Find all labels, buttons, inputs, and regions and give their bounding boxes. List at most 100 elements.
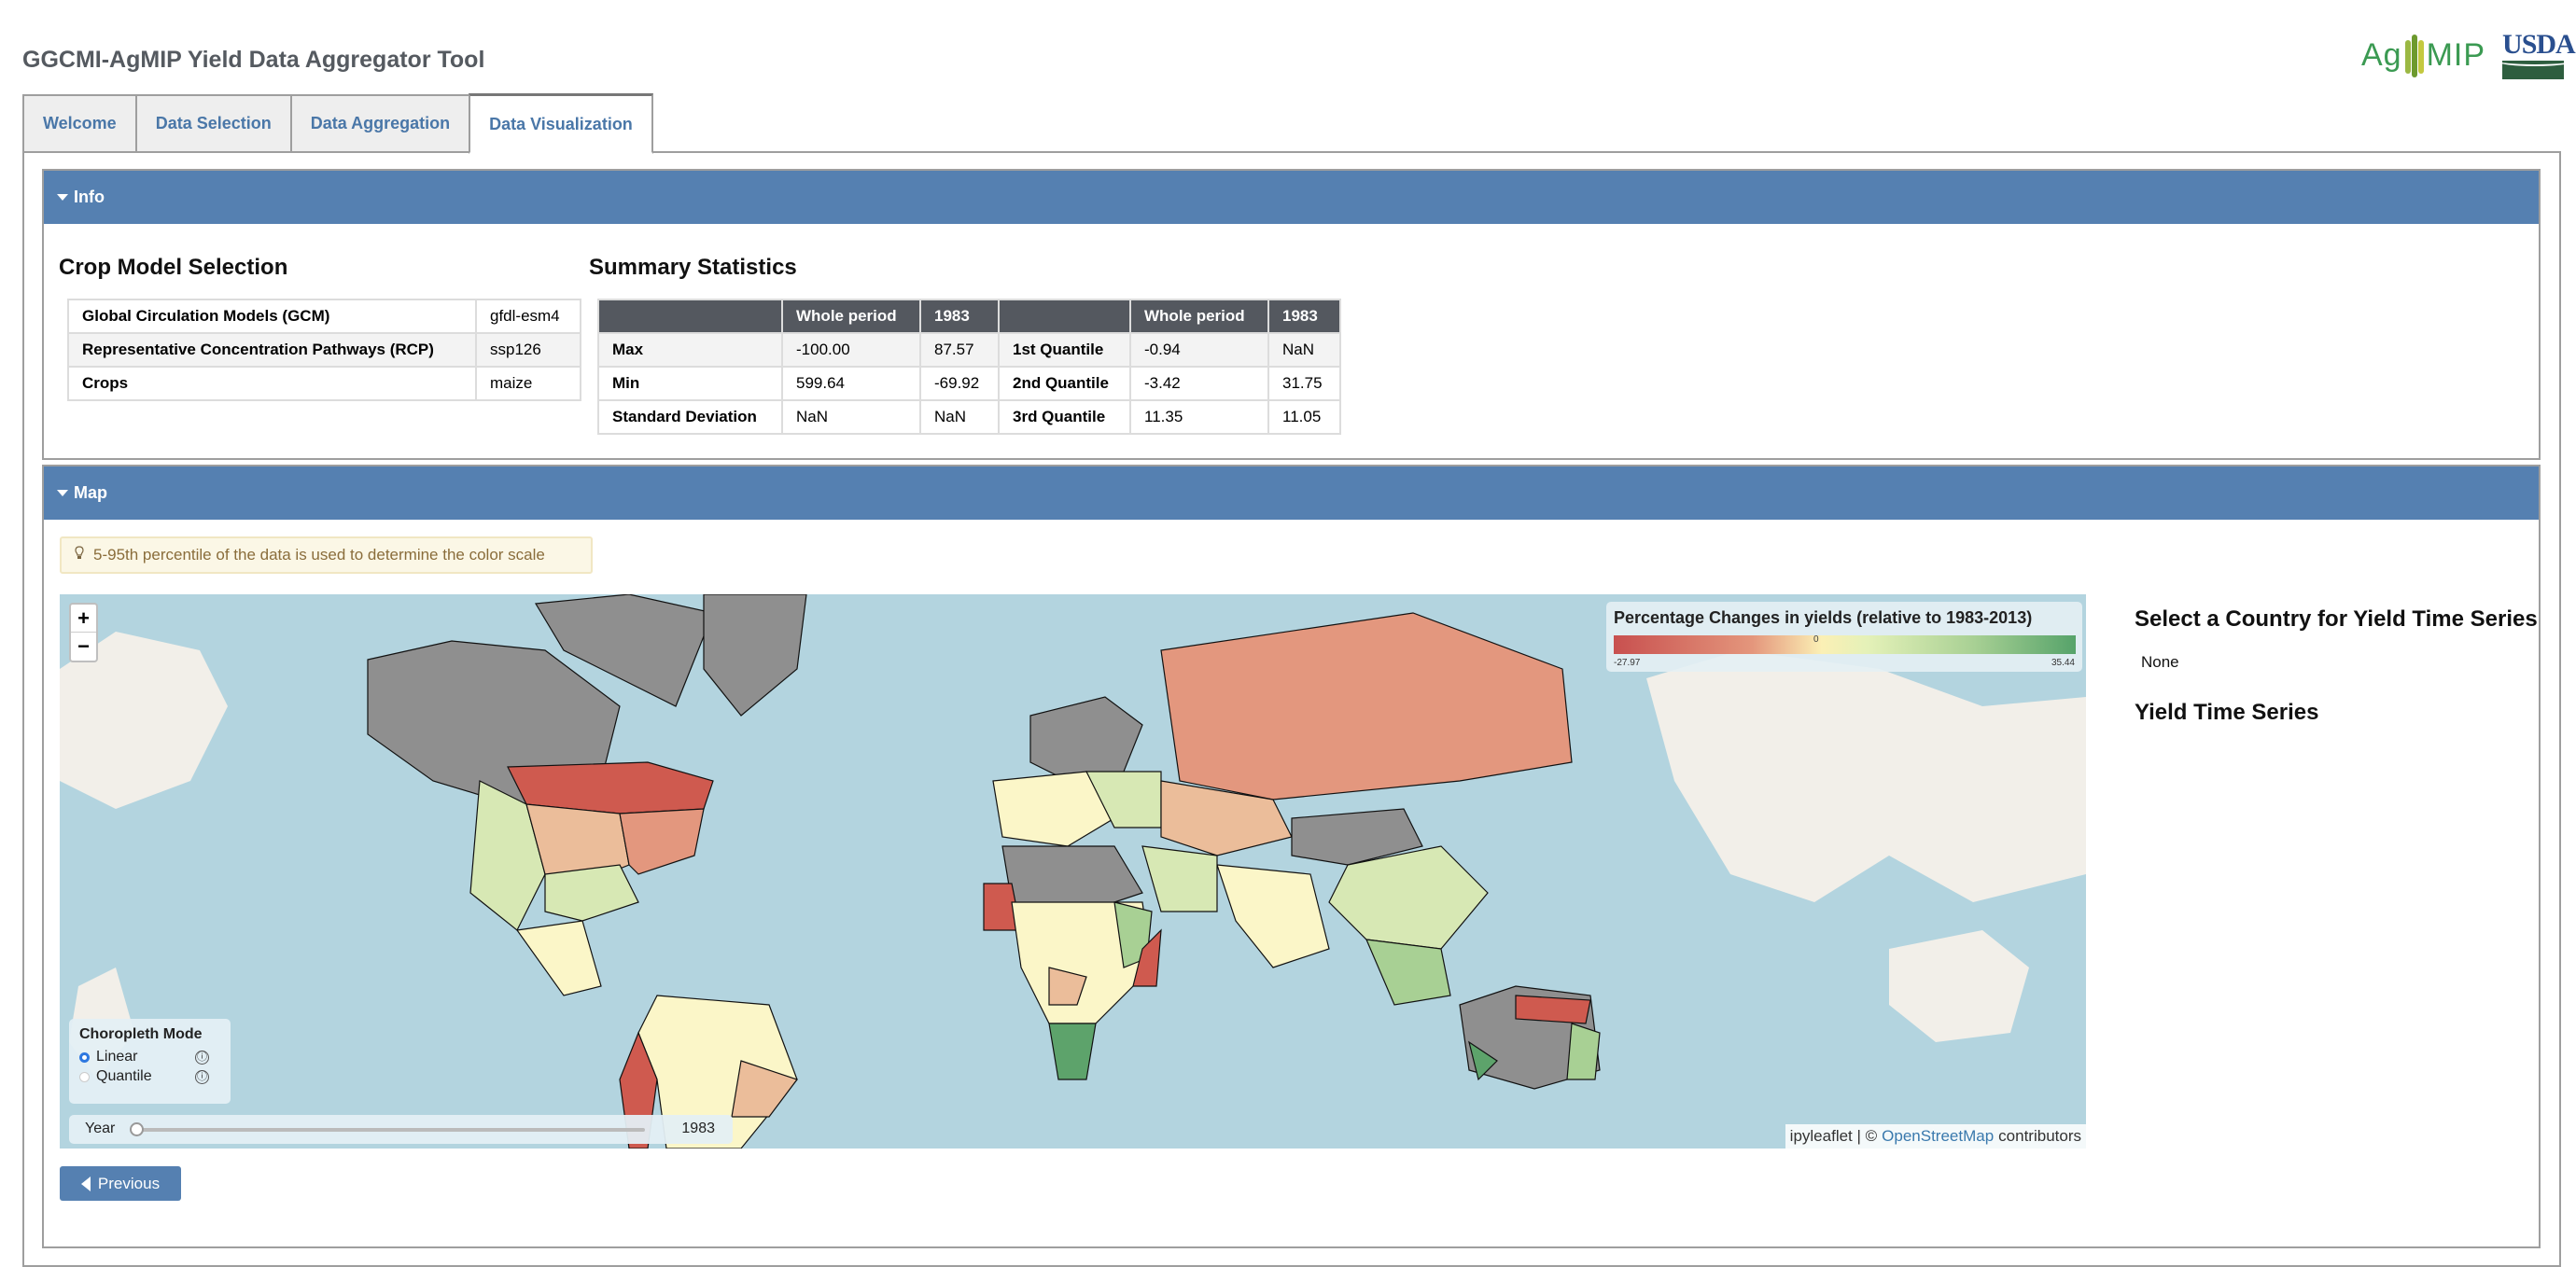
stat-label: Max [597, 332, 783, 368]
yield-time-series-title: Yield Time Series [2135, 700, 2319, 725]
table-row: Min 599.64 -69.92 [597, 366, 1000, 401]
tab-data-aggregation[interactable]: Data Aggregation [289, 94, 469, 153]
region-australia-east[interactable] [1566, 1023, 1601, 1080]
radio-linear[interactable]: Linear [79, 1049, 137, 1065]
map-section-header[interactable]: Map [44, 466, 2539, 520]
info-section: Info Crop Model Selection Global Circula… [42, 169, 2541, 460]
zoom-control: + − [69, 603, 98, 662]
choropleth-mode-control: Choropleth Mode Linear ⓘ Quantile ⓘ [69, 1019, 231, 1104]
summary-statistics-title: Summary Statistics [589, 255, 797, 280]
map-section-title: Map [74, 483, 107, 502]
info-icon[interactable]: ⓘ [195, 1051, 209, 1065]
stat-label: 1st Quantile [998, 332, 1131, 368]
choropleth-regions [367, 594, 1601, 1149]
radio-button-selected[interactable] [79, 1051, 90, 1063]
country-selection-panel: Select a Country for Yield Time Series N… [2135, 606, 2538, 726]
region-us-east[interactable] [619, 808, 705, 875]
stat-year: 31.75 [1267, 366, 1341, 401]
table-row: 3rd Quantile 11.35 11.05 [998, 399, 1341, 435]
choropleth-mode-title: Choropleth Mode [79, 1026, 203, 1042]
table-row: Crops maize [67, 366, 581, 401]
stat-label: Standard Deviation [597, 399, 783, 435]
year-slider-handle[interactable] [130, 1122, 144, 1136]
region-scandinavia[interactable] [1029, 696, 1143, 782]
region-middle-east[interactable] [1141, 845, 1218, 912]
openstreetmap-link[interactable]: OpenStreetMap [1882, 1127, 1994, 1146]
agmip-logo: Ag MIP [2361, 34, 2486, 77]
logos: Ag MIP USDA [2361, 29, 2576, 79]
app-title: GGCMI-AgMIP Yield Data Aggregator Tool [22, 47, 485, 73]
caret-down-icon [57, 490, 68, 496]
region-australia-north[interactable] [1515, 995, 1591, 1024]
stat-year: 87.57 [919, 332, 1000, 368]
tab-panel: Info Crop Model Selection Global Circula… [22, 151, 2561, 1267]
radio-quantile[interactable]: Quantile [79, 1068, 152, 1085]
legend-mid-label: 0 [1813, 634, 1819, 645]
map-attribution: ipyleaflet | © OpenStreetMap contributor… [1785, 1124, 2086, 1149]
legend-color-bar [1614, 635, 2076, 654]
usda-logo-field [2502, 61, 2565, 79]
tab-welcome[interactable]: Welcome [22, 94, 135, 153]
usda-logo-text: USDA [2502, 29, 2576, 60]
color-scale-tip-text: 5-95th percentile of the data is used to… [93, 546, 545, 564]
choropleth-map[interactable]: + − Percentage Changes in yields (relati… [60, 594, 2086, 1149]
world-map [60, 594, 2086, 1149]
summary-table-1: Whole period 1983 Max -100.00 87.57 Min … [597, 299, 1000, 435]
caret-left-icon [80, 1176, 91, 1191]
stat-year: -69.92 [919, 366, 1000, 401]
color-scale-tip: 5-95th percentile of the data is used to… [60, 536, 593, 574]
crop-model-value: ssp126 [475, 332, 581, 368]
stat-year: 11.05 [1267, 399, 1341, 435]
stat-year: NaN [1267, 332, 1341, 368]
year-slider-track[interactable] [130, 1122, 645, 1136]
region-russia[interactable] [1160, 612, 1573, 801]
selected-country-value[interactable]: None [2141, 653, 2538, 672]
stat-year: NaN [919, 399, 1000, 435]
region-southern-africa[interactable] [1048, 1023, 1097, 1080]
agmip-logo-text-right: MIP [2426, 37, 2486, 73]
crop-model-value: maize [475, 366, 581, 401]
legend-title: Percentage Changes in yields (relative t… [1614, 608, 2033, 627]
table-row: Standard Deviation NaN NaN [597, 399, 1000, 435]
previous-button-label: Previous [97, 1174, 161, 1192]
region-india[interactable] [1216, 864, 1330, 968]
previous-button[interactable]: Previous [60, 1166, 181, 1201]
radio-button[interactable] [79, 1071, 90, 1082]
table-row: Global Circulation Models (GCM) gfdl-esm… [67, 299, 581, 334]
region-us-south[interactable] [544, 864, 639, 922]
stat-label: Min [597, 366, 783, 401]
wheat-stalk-icon [2404, 34, 2425, 77]
stat-whole-period: 11.35 [1129, 399, 1269, 435]
info-icon[interactable]: ⓘ [195, 1070, 209, 1084]
basemap-land-east-asia[interactable] [1646, 650, 2086, 902]
column-header: 1983 [1267, 299, 1341, 334]
info-section-header[interactable]: Info [44, 171, 2539, 224]
crop-model-key: Global Circulation Models (GCM) [67, 299, 477, 334]
column-header [597, 299, 783, 334]
zoom-out-button[interactable]: − [71, 633, 96, 661]
tab-data-visualization[interactable]: Data Visualization [469, 93, 653, 154]
tab-data-selection[interactable]: Data Selection [134, 94, 290, 153]
region-mexico[interactable] [515, 920, 602, 996]
column-header: Whole period [1129, 299, 1269, 334]
region-greenland[interactable] [703, 594, 807, 717]
caret-down-icon [57, 194, 68, 201]
stat-whole-period: -100.00 [781, 332, 921, 368]
stat-whole-period: 599.64 [781, 366, 921, 401]
table-header-row: Whole period 1983 [597, 299, 1000, 334]
zoom-in-button[interactable]: + [71, 605, 96, 633]
color-legend: Percentage Changes in yields (relative t… [1606, 602, 2082, 672]
year-slider-control: Year 1983 [69, 1115, 733, 1144]
basemap-land-australia-copy[interactable] [1889, 930, 2029, 1042]
info-section-title: Info [74, 188, 105, 206]
table-row: Representative Concentration Pathways (R… [67, 332, 581, 368]
map-section: Map 5-95th percentile of the data is use… [42, 465, 2541, 1248]
stat-label: 3rd Quantile [998, 399, 1131, 435]
column-header: Whole period [781, 299, 921, 334]
region-se-asia[interactable] [1365, 939, 1451, 1006]
crop-model-key: Representative Concentration Pathways (R… [67, 332, 477, 368]
crop-model-value: gfdl-esm4 [475, 299, 581, 334]
legend-min-label: -27.97 [1614, 658, 1641, 668]
crop-model-title: Crop Model Selection [59, 255, 288, 280]
column-header [998, 299, 1131, 334]
